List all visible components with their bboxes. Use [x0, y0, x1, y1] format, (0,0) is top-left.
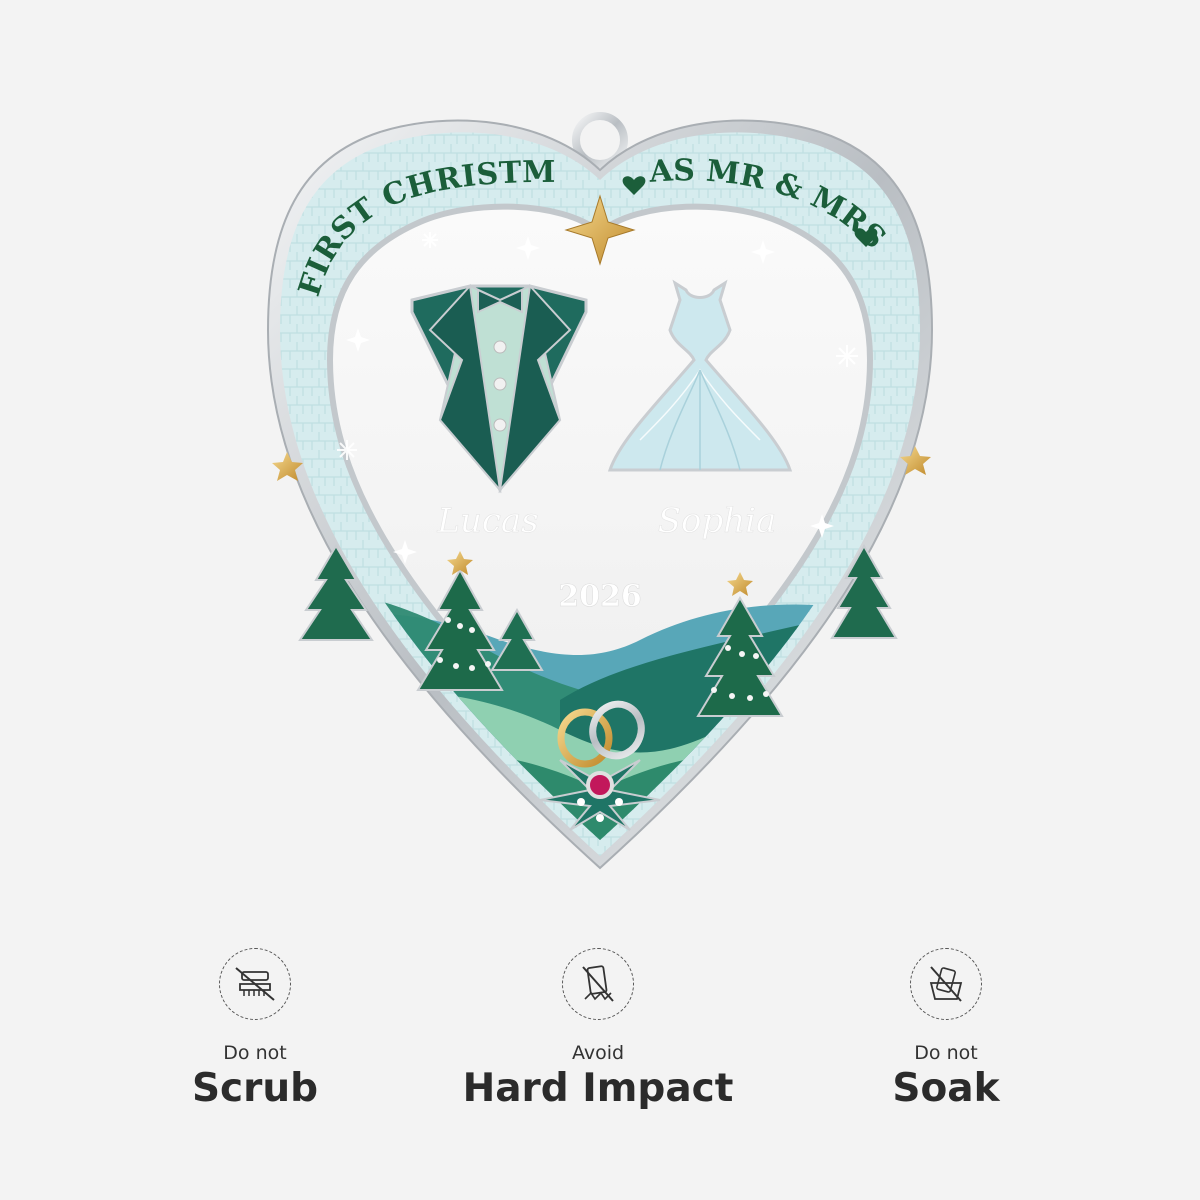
care-label-small: Do not — [223, 1042, 287, 1064]
care-item-soak: Do not Soak — [796, 948, 1096, 1112]
name-right: Sophia — [658, 501, 777, 541]
name-left: Lucas — [436, 501, 538, 541]
care-label-big: Hard Impact — [462, 1066, 734, 1111]
no-scrub-icon — [219, 948, 291, 1020]
heart-ornament: FIRST CHRISTMAS AS MR & MRS — [0, 0, 934, 870]
care-item-scrub: Do not Scrub — [105, 948, 405, 1112]
no-soak-icon — [910, 948, 982, 1020]
care-label-small: Do not — [914, 1042, 978, 1064]
ruby-gem — [586, 771, 614, 799]
care-item-impact: Avoid Hard Impact — [448, 948, 748, 1112]
care-label-big: Scrub — [191, 1066, 319, 1111]
no-impact-icon — [562, 948, 634, 1020]
care-label-big: Soak — [892, 1066, 1000, 1111]
year-text: 2026 — [558, 579, 642, 614]
care-label-small: Avoid — [571, 1042, 625, 1064]
